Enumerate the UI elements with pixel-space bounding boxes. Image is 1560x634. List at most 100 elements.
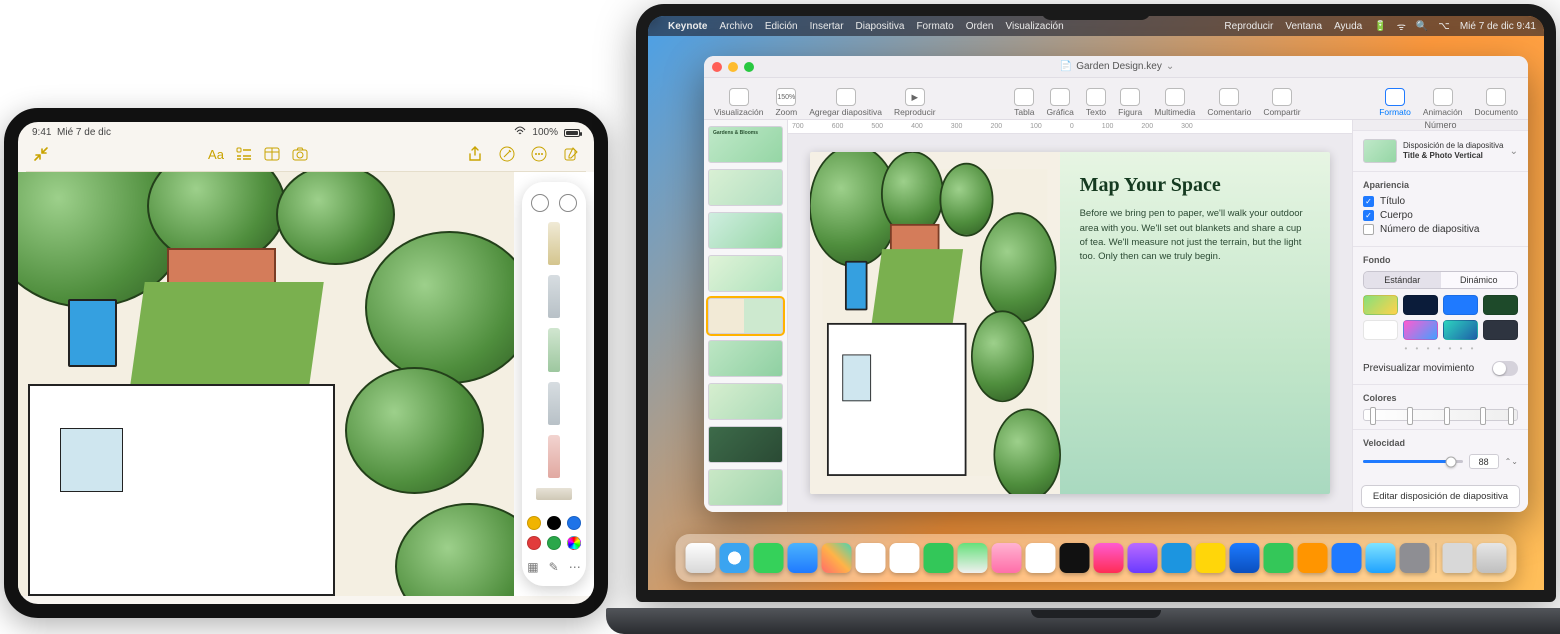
slide-thumb[interactable]: Gardens & Blooms bbox=[708, 126, 783, 163]
undo-button[interactable] bbox=[531, 194, 549, 212]
dock-downloads[interactable] bbox=[1443, 543, 1473, 573]
bg-swatch[interactable] bbox=[1483, 320, 1518, 340]
slide-number-checkbox-row[interactable]: Número de diapositiva bbox=[1363, 224, 1518, 235]
title-checkbox-row[interactable]: ✓Título bbox=[1363, 196, 1518, 207]
menu-item[interactable]: Insertar bbox=[810, 21, 844, 32]
app-name-menu[interactable]: Keynote bbox=[668, 21, 707, 32]
markup-icon[interactable] bbox=[498, 145, 516, 163]
redo-button[interactable] bbox=[559, 194, 577, 212]
view-menu-button[interactable]: Visualización bbox=[712, 88, 765, 117]
more-icon[interactable] bbox=[530, 145, 548, 163]
bg-swatch[interactable] bbox=[1403, 320, 1438, 340]
color-swatch[interactable] bbox=[567, 516, 581, 530]
bg-swatch[interactable] bbox=[1443, 320, 1478, 340]
background-mode-segment[interactable]: Estándar Dinámico bbox=[1363, 271, 1518, 289]
dock-app[interactable] bbox=[686, 543, 716, 573]
slide-thumb-selected[interactable] bbox=[708, 298, 783, 335]
comment-button[interactable]: Comentario bbox=[1205, 88, 1253, 117]
dock-app[interactable] bbox=[1026, 543, 1056, 573]
gradient-editor[interactable] bbox=[1363, 409, 1518, 421]
bg-swatch[interactable] bbox=[1483, 295, 1518, 315]
slide-canvas[interactable]: Map Your Space Before we bring pen to pa… bbox=[788, 134, 1352, 512]
menu-item[interactable]: Visualización bbox=[1005, 21, 1063, 32]
minimize-button[interactable] bbox=[728, 62, 738, 72]
close-button[interactable] bbox=[712, 62, 722, 72]
dock-app[interactable] bbox=[822, 543, 852, 573]
fullscreen-button[interactable] bbox=[744, 62, 754, 72]
bg-swatch[interactable] bbox=[1363, 295, 1398, 315]
menu-item[interactable]: Edición bbox=[765, 21, 798, 32]
dock-app[interactable] bbox=[1366, 543, 1396, 573]
slide-image[interactable] bbox=[810, 152, 1060, 493]
add-slide-button[interactable]: Agregar diapositiva bbox=[807, 88, 884, 117]
camera-icon[interactable] bbox=[291, 145, 309, 163]
collapse-icon[interactable] bbox=[32, 145, 50, 163]
dock-app[interactable] bbox=[924, 543, 954, 573]
format-tab[interactable]: Formato bbox=[1377, 88, 1413, 117]
insert-shape-button[interactable]: Figura bbox=[1116, 88, 1144, 117]
menu-item[interactable]: Ventana bbox=[1285, 21, 1322, 32]
slide-thumb[interactable] bbox=[708, 255, 783, 292]
insert-text-button[interactable]: Texto bbox=[1084, 88, 1108, 117]
share-button[interactable]: Compartir bbox=[1261, 88, 1302, 117]
dock-app[interactable] bbox=[788, 543, 818, 573]
slide-thumb[interactable] bbox=[708, 383, 783, 420]
bg-swatch[interactable] bbox=[1363, 320, 1398, 340]
menu-item[interactable]: Diapositiva bbox=[856, 21, 905, 32]
stepper-icon[interactable]: ⌃⌄ bbox=[1505, 457, 1518, 466]
crayon-tool[interactable] bbox=[548, 382, 560, 425]
dock-app[interactable] bbox=[1400, 543, 1430, 573]
marker-tool[interactable] bbox=[548, 328, 560, 371]
color-swatch[interactable] bbox=[527, 536, 541, 550]
document-title[interactable]: Garden Design.key bbox=[1076, 61, 1162, 72]
slide-layout-picker[interactable]: Disposición de la diapositiva Title & Ph… bbox=[1363, 139, 1518, 163]
dock-app[interactable] bbox=[1128, 543, 1158, 573]
dock-app[interactable] bbox=[1094, 543, 1124, 573]
checklist-icon[interactable] bbox=[235, 145, 253, 163]
eraser-tool[interactable] bbox=[548, 435, 560, 478]
slide-thumb[interactable] bbox=[708, 212, 783, 249]
dock-app[interactable] bbox=[1230, 543, 1260, 573]
dock-app[interactable] bbox=[754, 543, 784, 573]
table-icon[interactable] bbox=[263, 145, 281, 163]
share-icon[interactable] bbox=[466, 145, 484, 163]
slide-navigator[interactable]: Gardens & Blooms bbox=[704, 120, 788, 512]
insert-chart-button[interactable]: Gráfica bbox=[1044, 88, 1075, 117]
menu-item[interactable]: Reproducir bbox=[1224, 21, 1273, 32]
dock-app[interactable] bbox=[992, 543, 1022, 573]
title-chevron-icon[interactable]: ⌄ bbox=[1166, 61, 1174, 72]
dock-app[interactable] bbox=[890, 543, 920, 573]
sys-control-center-icon[interactable]: ⌥ bbox=[1438, 21, 1450, 32]
dock-app[interactable] bbox=[1196, 543, 1226, 573]
slide-thumb[interactable] bbox=[708, 469, 783, 506]
dock-app[interactable] bbox=[720, 543, 750, 573]
dock-app[interactable] bbox=[1060, 543, 1090, 573]
bg-swatch[interactable] bbox=[1443, 295, 1478, 315]
menu-item[interactable]: Formato bbox=[916, 21, 953, 32]
dock-app[interactable] bbox=[1162, 543, 1192, 573]
compose-icon[interactable] bbox=[562, 145, 580, 163]
color-swatch[interactable] bbox=[547, 516, 561, 530]
bg-swatch[interactable] bbox=[1403, 295, 1438, 315]
slide[interactable]: Map Your Space Before we bring pen to pa… bbox=[810, 152, 1330, 493]
slide-thumb[interactable] bbox=[708, 169, 783, 206]
document-tab[interactable]: Documento bbox=[1473, 88, 1520, 117]
sys-clock[interactable]: Mié 7 de dic 9:41 bbox=[1460, 21, 1536, 32]
ruler-tool[interactable] bbox=[536, 488, 572, 500]
speed-value-field[interactable]: 88 bbox=[1469, 454, 1499, 469]
swatch-page-dots[interactable]: • • • • • • • bbox=[1363, 344, 1518, 353]
body-checkbox-row[interactable]: ✓Cuerpo bbox=[1363, 210, 1518, 221]
menu-item[interactable]: Archivo bbox=[719, 21, 752, 32]
garden-sketch[interactable] bbox=[18, 172, 514, 596]
layers-icon[interactable]: ▦ bbox=[527, 560, 538, 574]
dock-app[interactable] bbox=[1332, 543, 1362, 573]
slide-body-text[interactable]: Before we bring pen to paper, we'll walk… bbox=[1080, 207, 1310, 264]
insert-media-button[interactable]: Multimedia bbox=[1152, 88, 1197, 117]
speed-slider[interactable] bbox=[1363, 460, 1463, 463]
dock-trash[interactable] bbox=[1477, 543, 1507, 573]
sys-battery-icon[interactable]: 🔋 bbox=[1374, 21, 1386, 32]
color-picker[interactable] bbox=[567, 536, 581, 550]
panel-more-icon[interactable]: ⋯ bbox=[569, 560, 581, 574]
text-tool-icon[interactable]: ✎ bbox=[549, 560, 559, 574]
slide-thumb[interactable] bbox=[708, 340, 783, 377]
